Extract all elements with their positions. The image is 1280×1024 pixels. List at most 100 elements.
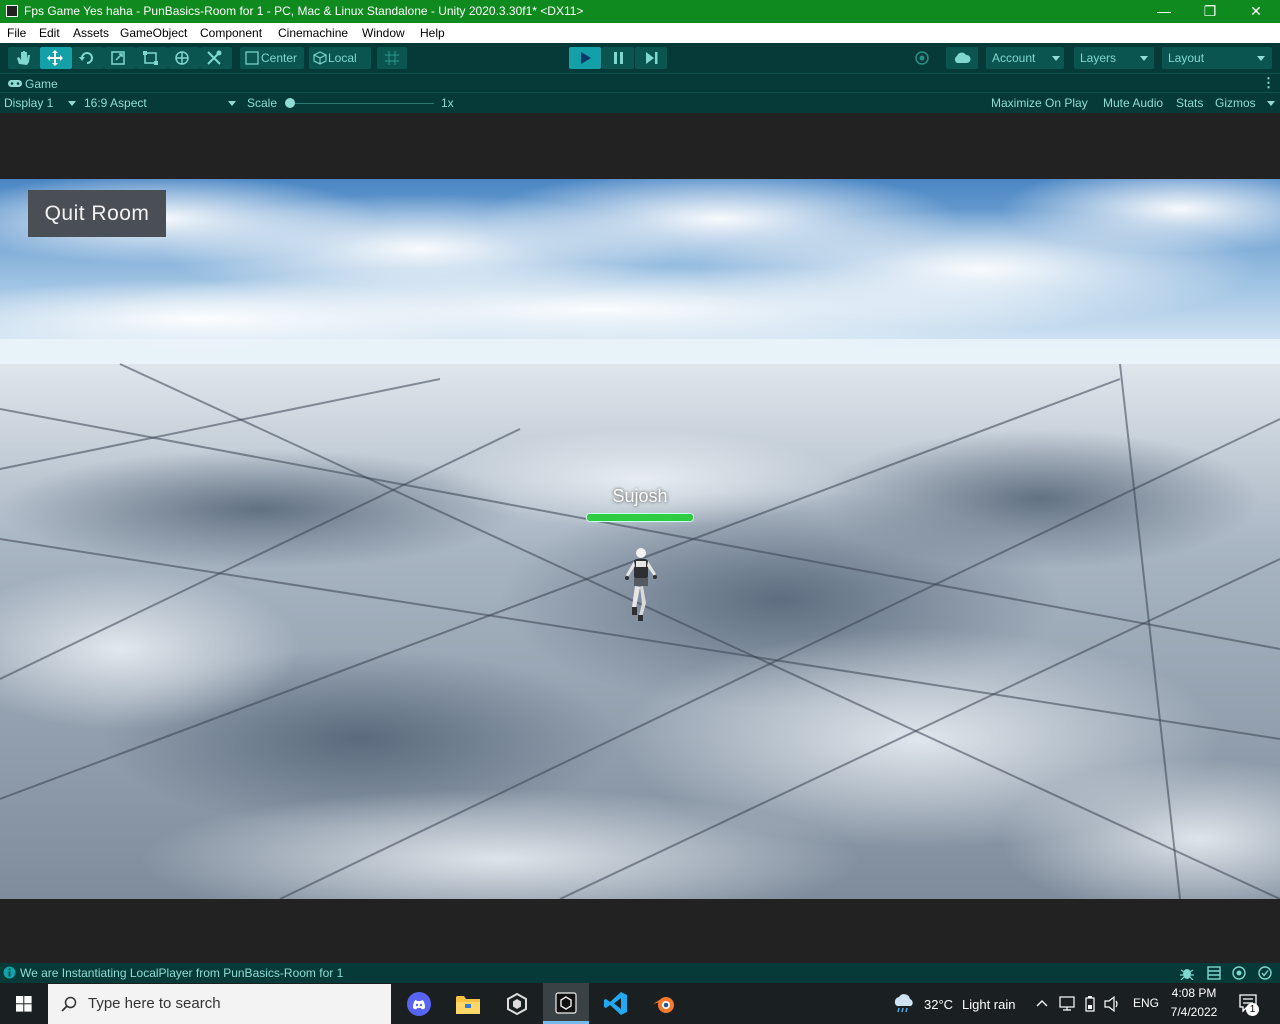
minimize-button[interactable]: — [1141,0,1187,23]
language-indicator[interactable]: ENG [1133,996,1159,1010]
folder-icon [456,996,480,1014]
hand-tool-button[interactable] [8,47,40,69]
discord-icon [407,992,431,1016]
taskbar-unity-editor[interactable] [543,983,589,1024]
weather-icon[interactable] [891,993,917,1013]
letterbox-top [0,113,1280,179]
step-button[interactable] [635,47,667,69]
pivot-mode-button[interactable]: Center [240,47,304,69]
custom-tool-button[interactable] [200,47,232,69]
play-icon [581,52,591,64]
account-label: Account [992,51,1036,65]
quit-room-button[interactable]: Quit Room [28,190,166,237]
menu-gameobject[interactable]: GameObject [120,26,187,40]
close-button[interactable]: ✕ [1233,0,1279,23]
mute-audio-toggle[interactable]: Mute Audio [1103,96,1163,110]
windows-taskbar: Type here to search 32°C Light rain ENG … [0,983,1280,1024]
network-icon[interactable] [1058,996,1076,1012]
taskbar-search-box[interactable]: Type here to search [48,984,391,1024]
taskbar-discord[interactable] [396,983,442,1024]
layout-label: Layout [1168,51,1205,65]
auto-generate-lighting-icon[interactable] [1232,966,1246,980]
play-button[interactable] [569,47,601,69]
menu-assets[interactable]: Assets [73,26,109,40]
window-title: Fps Game Yes haha - PunBasics-Room for 1… [24,4,584,18]
game-view-controls: Display 1 16:9 Aspect Scale 1x Maximize … [0,92,1280,114]
pause-icon [614,52,623,64]
aspect-dropdown[interactable]: 16:9 Aspect [80,93,238,113]
game-tab-label: Game [25,77,58,91]
pivot-mode-label: Center [261,51,298,65]
bug-icon[interactable] [1180,966,1194,980]
gizmos-dropdown-icon[interactable] [1267,101,1275,106]
chevron-down-icon [1052,56,1060,61]
collab-button[interactable] [908,47,936,69]
menu-window[interactable]: Window [362,26,405,40]
move-tool-button[interactable] [40,47,72,69]
collab-icon [915,51,929,65]
layers-dropdown[interactable]: Layers [1074,47,1154,69]
rect-transform-icon [143,51,158,65]
space-mode-button[interactable]: Local [309,47,371,69]
taskbar-file-explorer[interactable] [445,983,491,1024]
stats-toggle[interactable]: Stats [1176,96,1203,110]
scale-slider-track[interactable] [288,103,434,104]
menu-edit[interactable]: Edit [39,26,60,40]
tab-menu-icon[interactable]: ⋮ [1262,75,1275,91]
scale-slider-thumb[interactable] [285,98,295,108]
scale-icon [111,51,125,65]
taskbar-blender[interactable] [641,983,687,1024]
menu-cinemachine[interactable]: Cinemachine [278,26,348,40]
layout-dropdown[interactable]: Layout [1162,47,1272,69]
start-button[interactable] [0,983,48,1024]
account-dropdown[interactable]: Account [986,47,1064,69]
pause-button[interactable] [602,47,634,69]
search-icon [61,996,77,1012]
game-viewport[interactable]: Quit Room Sujosh [0,179,1280,899]
rect-tool-button[interactable] [136,47,168,69]
unity-editor-icon [555,992,577,1014]
grid-snap-button[interactable] [377,47,407,69]
player-health-bar [586,513,694,522]
transform-tool-button[interactable] [168,47,200,69]
unity-hub-icon [507,992,527,1016]
menu-component[interactable]: Component [200,26,262,40]
display-dropdown[interactable]: Display 1 [0,93,78,113]
player-character [625,548,657,621]
chevron-down-icon [228,101,236,106]
game-view-tab[interactable]: Game ⋮ [0,73,1280,93]
notification-badge: 1 [1246,1003,1259,1016]
menu-file[interactable]: File [7,26,26,40]
taskbar-vscode[interactable] [592,983,638,1024]
check-circle-icon[interactable] [1258,966,1272,980]
rotate-icon [79,52,93,64]
chevron-down-icon [1140,56,1148,61]
gamepad-icon [8,80,22,87]
action-center-button[interactable]: 1 [1234,983,1274,1024]
scene-render [0,179,1280,899]
rotate-tool-button[interactable] [72,47,104,69]
menu-bar: File Edit Assets GameObject Component Ci… [0,23,1280,43]
chevron-up-icon[interactable] [1036,998,1048,1008]
taskbar-unity-hub[interactable] [494,983,540,1024]
scale-value: 1x [441,96,454,110]
menu-help[interactable]: Help [420,26,445,40]
weather-description[interactable]: Light rain [962,997,1015,1012]
battery-icon[interactable] [1083,996,1097,1012]
tools-icon [207,50,222,65]
scale-label: Scale [247,96,278,110]
cache-server-icon[interactable] [1207,966,1221,980]
weather-temperature[interactable]: 32°C [924,997,953,1012]
restore-button[interactable]: ❐ [1187,0,1233,23]
hand-icon [17,51,30,65]
cloud-services-button[interactable] [946,47,978,69]
transform-icon [175,51,189,65]
vscode-icon [604,992,627,1015]
taskbar-clock[interactable]: 4:08 PM 7/4/2022 [1164,986,1224,1019]
console-status-bar[interactable]: We are Instantiating LocalPlayer from Pu… [0,963,1280,983]
scale-tool-button[interactable] [104,47,136,69]
gizmos-toggle[interactable]: Gizmos [1215,96,1256,110]
maximize-on-play-toggle[interactable]: Maximize On Play [991,96,1088,110]
pivot-center-icon [245,51,259,65]
volume-icon[interactable] [1104,996,1122,1012]
